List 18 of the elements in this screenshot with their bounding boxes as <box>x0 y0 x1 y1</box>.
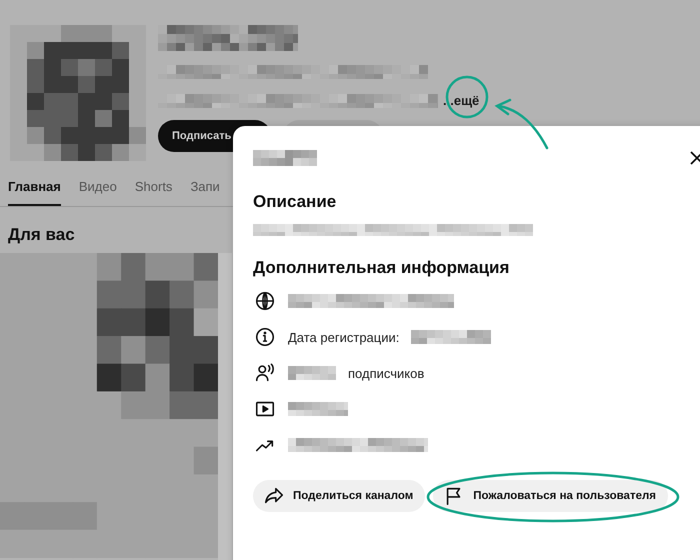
share-button[interactable]: Поделиться каналом <box>253 480 426 512</box>
tab[interactable]: Главная <box>8 175 61 206</box>
tab[interactable]: Видео <box>78 175 117 206</box>
section-heading: Дополнительная информация <box>253 258 510 278</box>
detail-label: Дата регистрации: <box>288 330 400 344</box>
redacted-text <box>288 402 348 416</box>
globe-icon <box>254 290 276 312</box>
redacted-text <box>253 150 317 166</box>
report-button[interactable]: Пожаловаться на пользователя <box>433 480 668 512</box>
person-icon <box>254 362 276 384</box>
tab[interactable]: Запи <box>190 175 220 206</box>
tab[interactable]: Shorts <box>134 175 172 206</box>
annotation-arrow <box>494 98 548 150</box>
section-heading: Описание <box>253 192 338 212</box>
redacted-text <box>288 366 336 380</box>
detail-label: подписчиков <box>348 366 424 380</box>
info-icon <box>254 326 276 348</box>
section-title: Для вас <box>8 225 75 245</box>
